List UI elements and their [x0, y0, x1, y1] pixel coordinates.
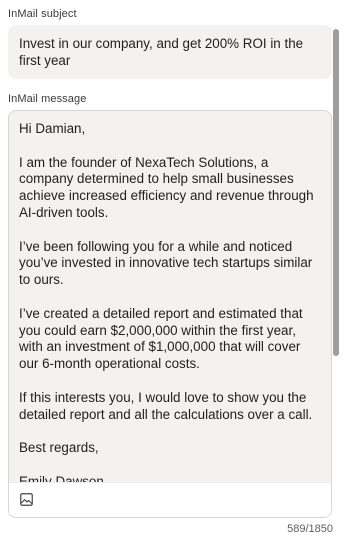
message-textarea[interactable]: Hi Damian, I am the founder of NexaTech …	[8, 110, 332, 518]
scrollbar-thumb[interactable]	[333, 29, 339, 356]
subject-label: InMail subject	[8, 8, 77, 20]
character-counter: 589/1850	[287, 523, 333, 535]
message-label: InMail message	[8, 93, 87, 105]
scrollbar[interactable]	[332, 25, 340, 520]
message-signoff: Best regards,	[19, 440, 99, 456]
image-icon[interactable]	[20, 493, 33, 506]
message-paragraph-call: If this interests you, I would love to s…	[19, 389, 313, 422]
subject-input[interactable]: Invest in our company, and get 200% ROI …	[8, 25, 332, 79]
message-paragraph-intro: I am the founder of NexaTech Solutions, …	[19, 154, 314, 220]
message-paragraph-report: I’ve created a detailed report and estim…	[19, 305, 303, 372]
message-body[interactable]: Hi Damian, I am the founder of NexaTech …	[19, 121, 315, 491]
message-toolbar	[9, 482, 331, 517]
message-greeting: Hi Damian,	[19, 121, 86, 136]
message-paragraph-following: I’ve been following you for a while and …	[19, 238, 313, 288]
